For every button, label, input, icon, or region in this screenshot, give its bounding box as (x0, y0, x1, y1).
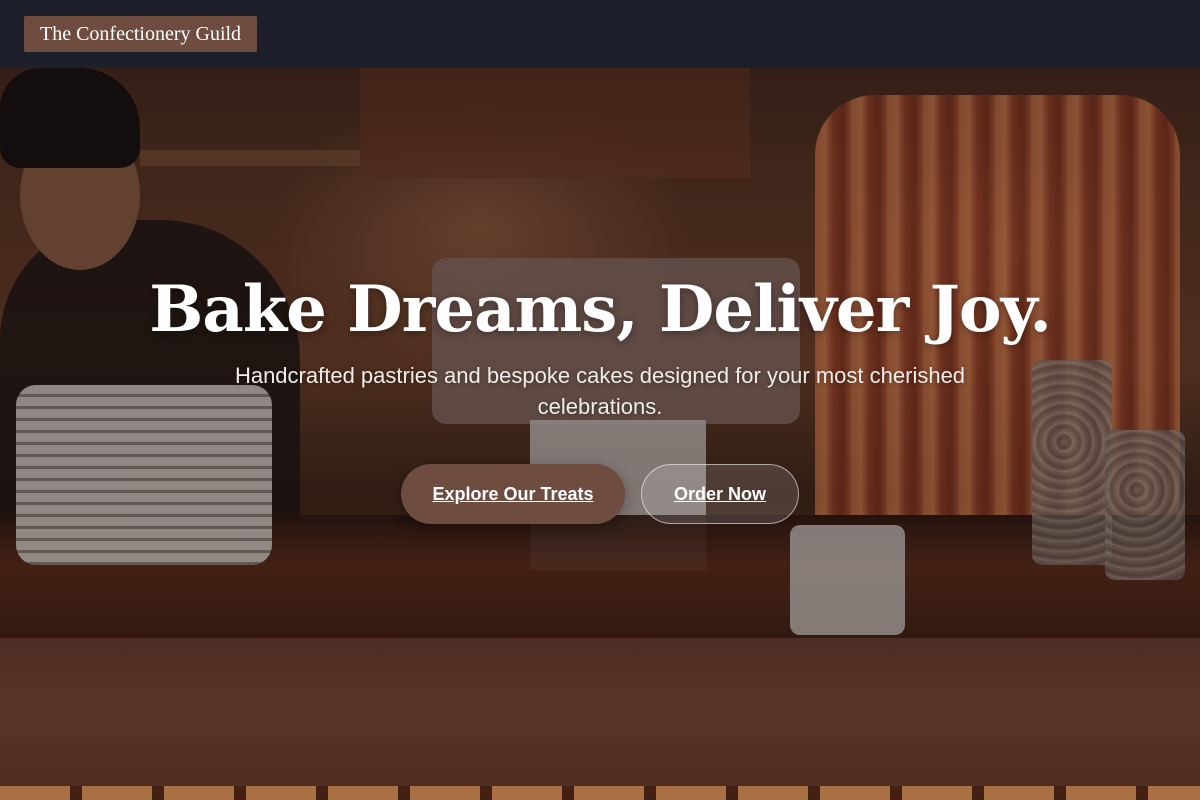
landing-page: The Confectionery Guild Bake Dreams, Del… (0, 0, 1200, 800)
site-header: The Confectionery Guild (0, 0, 1200, 68)
cta-button-group: Explore Our Treats Order Now (0, 464, 1200, 524)
order-now-button[interactable]: Order Now (641, 464, 799, 524)
hero-title: Bake Dreams, Deliver Joy. (149, 272, 1051, 347)
brand-logo-link[interactable]: The Confectionery Guild (24, 16, 258, 52)
hero-section: Bake Dreams, Deliver Joy. Handcrafted pa… (0, 262, 1200, 524)
explore-treats-button[interactable]: Explore Our Treats (401, 464, 625, 524)
hero-subtitle: Handcrafted pastries and bespoke cakes d… (234, 363, 966, 419)
